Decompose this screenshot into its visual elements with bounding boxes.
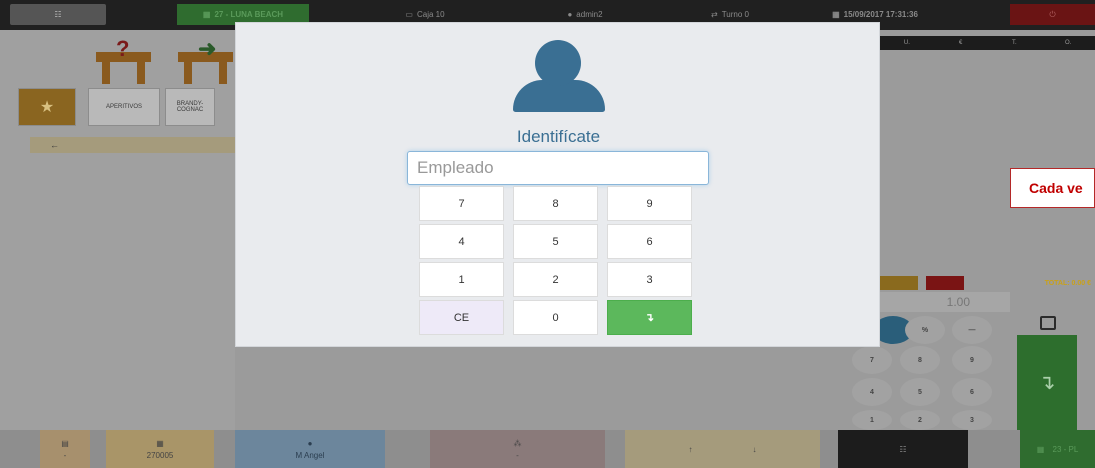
table-status-button[interactable]: ▤ - [40, 430, 90, 468]
split-button[interactable] [926, 276, 964, 290]
cash-drawer-icon[interactable] [1040, 316, 1056, 330]
waiter-name: M Angel [295, 450, 325, 460]
gift-button[interactable] [880, 276, 918, 290]
key-1[interactable]: 1 [419, 262, 504, 297]
key-5[interactable]: 5 [513, 224, 598, 259]
grid-icon: ☷ [54, 10, 62, 19]
back-button[interactable]: ← [30, 137, 235, 153]
turn-text: Turno 0 [721, 10, 749, 19]
col-other: O. [1064, 40, 1072, 46]
next-table-button[interactable]: ▦ 23 - PL [1020, 430, 1095, 468]
key-6[interactable]: 6 [607, 224, 692, 259]
pad-key-minus[interactable]: — [952, 316, 992, 344]
pad-key-9[interactable]: 9 [952, 346, 992, 374]
people-icon: ⁂ [513, 438, 522, 448]
pad-key-7[interactable]: 7 [852, 346, 892, 374]
user-text: admin2 [576, 10, 603, 19]
pad-key-2[interactable]: 2 [900, 410, 940, 430]
dialog-title: Identifícate [516, 127, 601, 146]
power-icon: ⏻ [1049, 9, 1056, 19]
calendar-icon: ▦ [832, 10, 840, 19]
key-7[interactable]: 7 [419, 186, 504, 221]
ticket-code: 270005 [146, 450, 174, 460]
next-table-label: 23 - PL [1052, 444, 1079, 454]
key-8[interactable]: 8 [513, 186, 598, 221]
pad-key-4[interactable]: 4 [852, 378, 892, 406]
avatar-head [535, 40, 581, 86]
swap-icon: ⇄ [711, 10, 718, 19]
ticket-action-bar: TOTAL: 0.00 € [880, 276, 1095, 290]
scroll-down-button[interactable]: ↓ [753, 445, 757, 454]
star-icon: ★ [39, 99, 55, 116]
pad-key-5[interactable]: 5 [900, 378, 940, 406]
ticket-code-button[interactable]: ▦ 270005 [106, 430, 214, 468]
key-2[interactable]: 2 [513, 262, 598, 297]
pad-key-8[interactable]: 8 [900, 346, 940, 374]
enter-icon: ↴ [644, 312, 655, 324]
menu-button[interactable]: ☷ [10, 4, 106, 25]
table-icon: ▦ [1036, 444, 1045, 454]
table-move-icon[interactable]: ➜ [178, 36, 233, 84]
table-label: 27 - LUNA BEACH [214, 10, 284, 19]
clear-entry-button[interactable]: CE [419, 300, 504, 335]
ticket-header: U. € T. O. [880, 36, 1095, 50]
pad-key-3[interactable]: 3 [952, 410, 992, 430]
col-units: U. [903, 40, 910, 46]
category-brandy-cognac[interactable]: BRANDY-COGNAC [165, 88, 215, 126]
power-button[interactable]: ⏻ [1010, 4, 1095, 25]
ticket-total: TOTAL: 0.00 € [1044, 279, 1091, 287]
favorites-button[interactable]: ★ [18, 88, 76, 126]
key-0[interactable]: 0 [513, 300, 598, 335]
enter-icon: ↴ [1038, 372, 1056, 394]
datetime-text: 15/09/2017 17:31:36 [843, 10, 918, 19]
key-4[interactable]: 4 [419, 224, 504, 259]
table-leg [102, 62, 110, 84]
diners-count: - [516, 450, 519, 460]
col-price: € [958, 40, 963, 46]
identify-dialog: Identifícate 7 8 9 4 5 6 1 2 3 CE 0 ↴ [235, 22, 880, 347]
table-leg [219, 62, 227, 84]
cash-box-text: Caja 10 [416, 10, 445, 19]
key-3[interactable]: 3 [607, 262, 692, 297]
category-aperitivos[interactable]: APERITIVOS [88, 88, 160, 126]
key-9[interactable]: 9 [607, 186, 692, 221]
table-status-text: - [63, 450, 67, 460]
waiter-button[interactable]: ● M Angel [235, 430, 385, 468]
table-leg [137, 62, 145, 84]
pad-key-1[interactable]: 1 [852, 410, 892, 430]
table-leg [184, 62, 192, 84]
person-icon: ● [307, 438, 313, 448]
arrow-right-icon: ➜ [198, 36, 217, 61]
tutorial-callout: Cada ve [1010, 168, 1095, 208]
user-avatar-icon [513, 40, 605, 112]
pad-key-6[interactable]: 6 [952, 378, 992, 406]
question-icon: ? [116, 36, 130, 61]
employee-input[interactable] [407, 151, 709, 185]
scroll-buttons: ↑ ↓ [625, 430, 820, 468]
confirm-ticket-button[interactable]: ↴ [1017, 335, 1077, 430]
user-icon: ● [567, 10, 573, 19]
table-question-icon[interactable]: ? [96, 36, 151, 84]
diners-button[interactable]: ⁂ - [430, 430, 605, 468]
table-icon: ▦ [202, 10, 211, 19]
col-total: T. [1012, 40, 1017, 46]
cash-box-icon: ▭ [405, 10, 413, 19]
scroll-up-button[interactable]: ↑ [689, 445, 693, 454]
quantity-display: 1.00 [880, 292, 1010, 312]
grid-icon: ☷ [899, 444, 907, 454]
pad-key-percent[interactable]: % [905, 316, 945, 344]
ticket-icon: ▦ [156, 438, 164, 448]
table-icon: ▤ [61, 438, 69, 448]
bottom-bar: ▤ - ▦ 270005 ● M Angel ⁂ - ↑ ↓ ☷ ▦ 23 - PL [0, 430, 1095, 468]
grid-button[interactable]: ☷ [838, 430, 968, 468]
enter-button[interactable]: ↴ [607, 300, 692, 335]
